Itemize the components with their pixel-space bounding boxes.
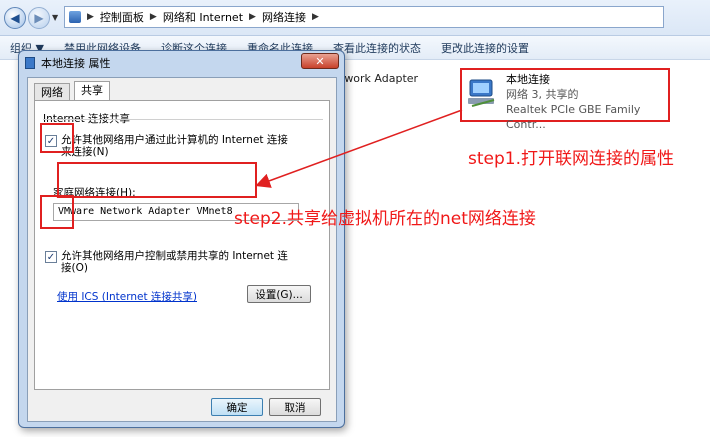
- allow-control-checkbox[interactable]: ✓: [45, 251, 57, 263]
- crumb-separator-icon: ▶: [249, 12, 256, 22]
- cancel-button[interactable]: 取消: [269, 398, 321, 416]
- highlight-home-network: [57, 162, 257, 198]
- control-panel-icon: [69, 11, 81, 23]
- highlight-share-checkbox: [40, 123, 74, 153]
- allow-share-label[interactable]: 允许其他网络用户通过此计算机的 Internet 连接 来连接(N): [61, 134, 288, 158]
- sharing-panel: Internet 连接共享 ✓ 允许其他网络用户通过此计算机的 Internet…: [34, 100, 330, 390]
- tab-sharing[interactable]: 共享: [74, 81, 110, 101]
- address-bar-area: ◀ ▶ ▼ ▶ 控制面板 ▶ 网络和 Internet ▶ 网络连接 ▶: [0, 0, 710, 36]
- local-connection-adapter[interactable]: 本地连接 网络 3, 共享的 Realtek PCIe GBE Family C…: [460, 68, 670, 131]
- crumb-separator-icon: ▶: [87, 12, 94, 22]
- settings-button[interactable]: 设置(G)...: [247, 285, 311, 303]
- crumb-separator-icon: ▶: [311, 12, 319, 22]
- tab-network[interactable]: 网络: [34, 83, 70, 101]
- crumb-separator-icon: ▶: [149, 12, 157, 22]
- breadcrumb-network-connections[interactable]: 网络连接: [262, 9, 306, 25]
- address-field[interactable]: ▶ 控制面板 ▶ 网络和 Internet ▶ 网络连接 ▶: [64, 6, 664, 28]
- dialog-adapter-icon: [25, 57, 35, 69]
- step1-annotation: step1.打开联网连接的属性: [468, 149, 674, 169]
- forward-button[interactable]: ▶: [28, 7, 50, 29]
- group-divider: [43, 119, 323, 120]
- adapter-device: Realtek PCIe GBE Family Contr...: [506, 103, 641, 131]
- other-adapter-label[interactable]: twork Adapter: [340, 72, 418, 85]
- breadcrumb-network-internet[interactable]: 网络和 Internet: [163, 9, 243, 25]
- ok-button[interactable]: 确定: [211, 398, 263, 416]
- adapter-status: 网络 3, 共享的: [506, 88, 579, 101]
- properties-dialog: 本地连接 属性 ✕ 网络 共享 Internet 连接共享 ✓ 允许其他网络用户…: [18, 50, 345, 428]
- adapter-name: 本地连接: [506, 73, 550, 86]
- dialog-title: 本地连接 属性: [41, 57, 111, 70]
- allow-control-label[interactable]: 允许其他网络用户控制或禁用共享的 Internet 连 接(O): [61, 250, 288, 274]
- highlight-control-checkbox: [40, 195, 74, 229]
- change-settings-command[interactable]: 更改此连接的设置: [431, 40, 539, 56]
- ics-help-link[interactable]: 使用 ICS (Internet 连接共享): [57, 289, 197, 304]
- step2-annotation: step2.共享给虚拟机所在的net网络连接: [234, 209, 536, 229]
- back-button[interactable]: ◀: [4, 7, 26, 29]
- history-dropdown-icon[interactable]: ▼: [52, 13, 58, 22]
- network-adapter-icon: [468, 79, 495, 107]
- close-icon[interactable]: ✕: [301, 53, 339, 69]
- breadcrumb-control-panel[interactable]: 控制面板: [100, 9, 144, 25]
